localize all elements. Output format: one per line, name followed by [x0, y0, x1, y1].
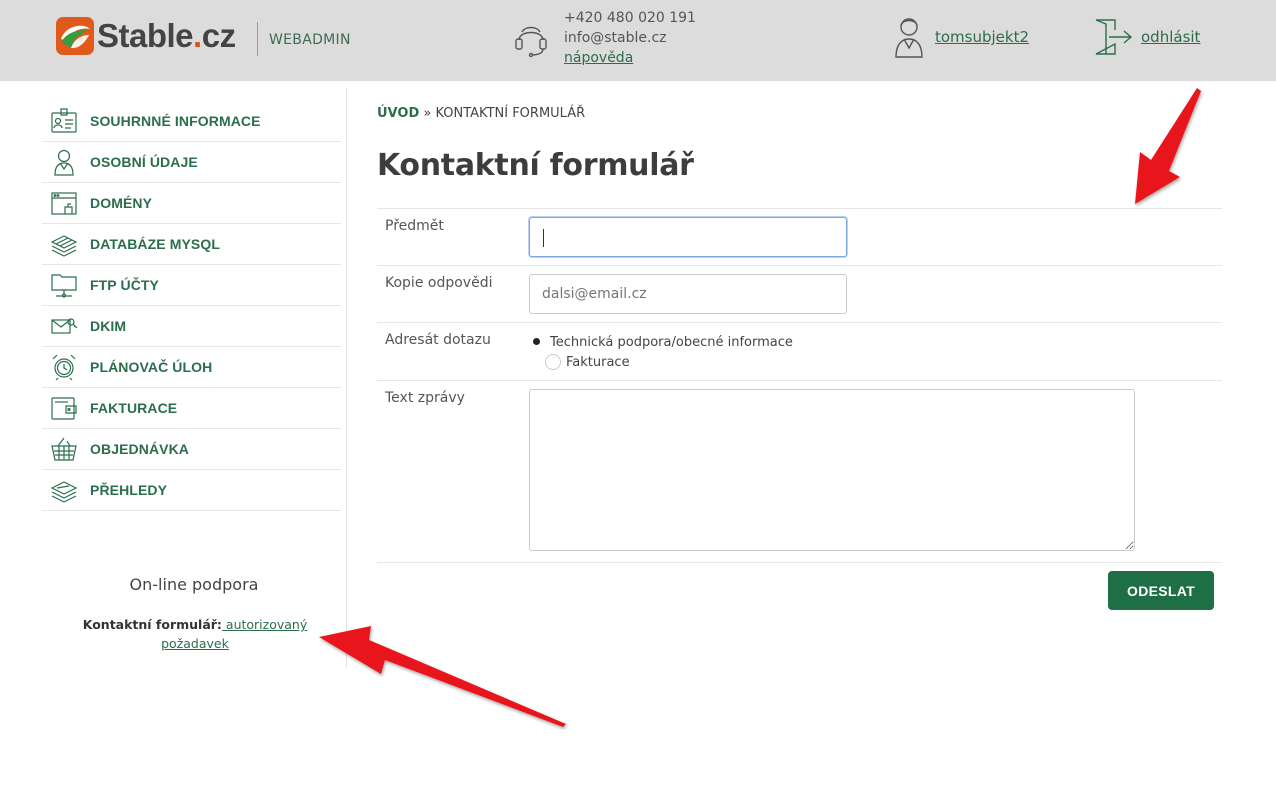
subject-input[interactable]	[529, 217, 847, 257]
support-label: Kontaktní formulář:	[82, 617, 222, 632]
recipient-row: Adresát dotazu Technická podpora/obecné …	[377, 322, 1222, 381]
breadcrumb-home-link[interactable]: ÚVOD	[377, 106, 419, 121]
text-caret	[543, 229, 544, 247]
subject-row: Předmět	[377, 208, 1222, 266]
breadcrumb-current: KONTAKTNÍ FORMULÁŘ	[435, 106, 586, 121]
database-stack-icon	[50, 235, 78, 257]
breadcrumb: ÚVOD » KONTAKTNÍ FORMULÁŘ	[377, 106, 585, 121]
sidebar-item-osobni-udaje[interactable]: OSOBNÍ ÚDAJE	[42, 142, 341, 183]
sidebar-item-souhrnne-informace[interactable]: SOUHRNNÉ INFORMACE	[42, 101, 341, 142]
contact-phone: +420 480 020 191	[564, 10, 696, 26]
stable-logo[interactable]: Stable.cz	[56, 17, 236, 55]
sidebar-item-fakturace[interactable]: FAKTURACE	[42, 388, 341, 429]
radio-option-billing[interactable]: Fakturace	[545, 354, 630, 370]
wallet-icon	[51, 397, 77, 420]
breadcrumb-separator: »	[419, 106, 436, 121]
headset-icon	[515, 26, 547, 58]
sidebar-item-label: OBJEDNÁVKA	[90, 441, 190, 457]
contact-email[interactable]: info@stable.cz	[564, 28, 696, 48]
recipient-label: Adresát dotazu	[385, 332, 491, 348]
sidebar-item-label: PŘEHLEDY	[90, 482, 168, 498]
page-title: Kontaktní formulář	[377, 148, 694, 183]
sidebar-item-label: OSOBNÍ ÚDAJE	[90, 154, 198, 170]
sidebar-item-planovac-uloh[interactable]: PLÁNOVAČ ÚLOH	[42, 347, 341, 388]
sidebar-item-domeny[interactable]: DOMÉNY	[42, 183, 341, 224]
sidebar-item-label: DOMÉNY	[90, 195, 153, 211]
sidebar-nav: SOUHRNNÉ INFORMACE OSOBNÍ ÚDAJE DOMÉNY D…	[42, 101, 341, 511]
webadmin-label: WEBADMIN	[269, 32, 351, 48]
folder-network-icon	[51, 274, 77, 298]
sidebar-item-ftp-ucty[interactable]: FTP ÚČTY	[42, 265, 341, 306]
copy-email-input[interactable]	[529, 274, 847, 314]
message-row: Text zprávy	[377, 380, 1222, 563]
red-arrow-annotation-bottom	[319, 626, 566, 727]
sidebar-item-label: FAKTURACE	[90, 400, 178, 416]
user-account-link[interactable]: tomsubjekt2	[935, 28, 1029, 46]
logout-link[interactable]: odhlásit	[1141, 28, 1200, 46]
sidebar-item-prehledy[interactable]: PŘEHLEDY	[42, 470, 341, 511]
radio-label: Fakturace	[566, 354, 630, 370]
subject-label: Předmět	[385, 218, 444, 234]
submit-button[interactable]: ODESLAT	[1108, 571, 1214, 610]
top-header: Stable.cz WEBADMIN +420 480 020 191 info…	[0, 0, 1276, 81]
contact-info: +420 480 020 191 info@stable.cz nápověda	[564, 8, 696, 68]
radio-button[interactable]	[545, 354, 561, 370]
support-contact: Kontaktní formulář: autorizovaný požadav…	[60, 615, 330, 653]
radio-button-checked[interactable]	[529, 334, 545, 350]
logout-door-icon[interactable]	[1093, 18, 1133, 56]
stacked-layers-icon	[50, 481, 78, 503]
support-title: On-line podpora	[129, 575, 259, 594]
sidebar-item-label: DKIM	[90, 318, 127, 334]
sidebar-item-label: FTP ÚČTY	[90, 277, 159, 293]
person-icon	[54, 149, 74, 176]
help-link[interactable]: nápověda	[564, 50, 633, 66]
stable-logo-mark-icon	[56, 17, 94, 55]
logo-wordmark: Stable.cz	[97, 17, 236, 54]
browser-window-icon	[51, 192, 77, 215]
sidebar-item-databaze-mysql[interactable]: DATABÁZE MYSQL	[42, 224, 341, 265]
sidebar-item-label: DATABÁZE MYSQL	[90, 236, 220, 252]
id-card-icon	[51, 108, 77, 133]
message-textarea[interactable]	[529, 389, 1135, 551]
sidebar-item-dkim[interactable]: DKIM	[42, 306, 341, 347]
red-arrow-annotation-top	[1135, 88, 1201, 204]
copy-row: Kopie odpovědi	[377, 265, 1222, 323]
copy-label: Kopie odpovědi	[385, 275, 493, 291]
envelope-key-icon	[51, 318, 78, 334]
radio-option-technical-support[interactable]: Technická podpora/obecné informace	[529, 334, 793, 350]
basket-icon	[51, 437, 77, 461]
sidebar-divider	[346, 88, 347, 668]
sidebar-item-label: SOUHRNNÉ INFORMACE	[90, 113, 261, 129]
message-label: Text zprávy	[385, 390, 465, 406]
sidebar-item-label: PLÁNOVAČ ÚLOH	[90, 359, 213, 375]
radio-label: Technická podpora/obecné informace	[550, 334, 793, 350]
logo-divider	[257, 22, 258, 56]
sidebar-item-objednavka[interactable]: OBJEDNÁVKA	[42, 429, 341, 470]
alarm-clock-icon	[52, 354, 76, 381]
user-icon	[895, 18, 923, 58]
